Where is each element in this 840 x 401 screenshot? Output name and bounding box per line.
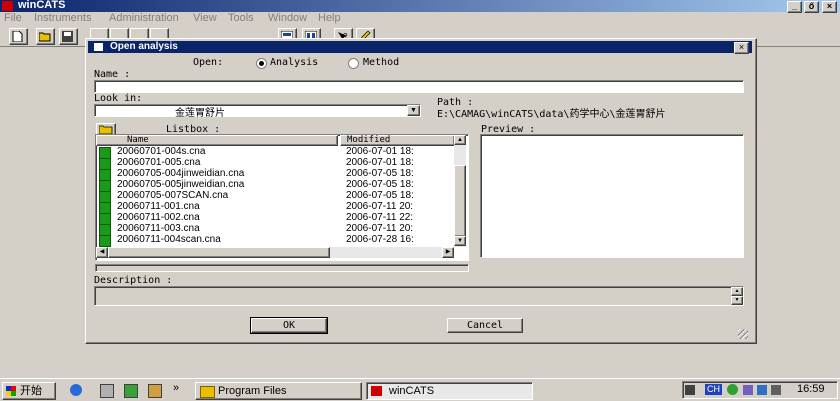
tray-icon[interactable]	[743, 385, 753, 395]
file-modified: 2006-07-05 18:	[346, 168, 414, 179]
file-modified: 2006-07-05 18:	[346, 179, 414, 190]
file-listbox[interactable]: Name Modified 20060701-004s.cna 2006-07-0…	[95, 134, 469, 261]
file-modified: 2006-07-01 18:	[346, 146, 414, 157]
name-label: Name :	[94, 69, 131, 80]
file-name: 20060701-004s.cna	[117, 146, 206, 157]
task-label: Program Files	[218, 385, 287, 397]
menu-file[interactable]: File	[4, 12, 22, 24]
menu-view[interactable]: View	[193, 12, 217, 24]
description-field[interactable]: ▲ ▼	[94, 286, 744, 306]
dialog-title-bar: Open analysis	[88, 41, 752, 53]
quicklaunch-icon[interactable]	[124, 384, 138, 398]
open-folder-icon[interactable]	[36, 28, 55, 45]
menu-tools[interactable]: Tools	[228, 12, 254, 24]
quicklaunch-chevron[interactable]: »	[173, 382, 179, 394]
file-modified: 2006-07-11 20:	[346, 223, 414, 234]
speaker-icon[interactable]	[771, 385, 781, 395]
resize-grip-icon[interactable]	[738, 329, 748, 339]
windows-logo-icon	[6, 386, 16, 396]
file-modified: 2006-07-11 22:	[346, 212, 414, 223]
dialog-title: Open analysis	[110, 41, 178, 52]
preview-pane	[480, 134, 744, 258]
app-title-bar: winCATS _ ő ×	[0, 0, 840, 13]
path-value: E:\CAMAG\winCATS\data\药学中心\金莲胃舒片	[437, 109, 666, 120]
radio-method-label[interactable]: Method	[363, 57, 399, 68]
horizontal-scrollbar[interactable]: ◀ ▶	[96, 247, 454, 258]
radio-method[interactable]	[348, 58, 359, 69]
file-row[interactable]: 20060711-004scan.cna 2006-07-28 16:	[96, 234, 451, 247]
file-name: 20060711-004scan.cna	[117, 234, 221, 245]
menu-help[interactable]: Help	[318, 12, 341, 24]
scroll-thumb[interactable]	[454, 165, 466, 237]
file-modified: 2006-07-05 18:	[346, 190, 414, 201]
app-title: winCATS	[18, 0, 66, 11]
wincats-icon	[371, 386, 382, 396]
file-name: 20060705-004jinweidian.cna	[117, 168, 245, 179]
tray-icon[interactable]	[757, 385, 767, 395]
tray-icon[interactable]	[685, 385, 695, 395]
app-icon	[2, 1, 13, 11]
file-name: 20060705-007SCAN.cna	[117, 190, 229, 201]
tray-icon[interactable]	[727, 384, 738, 395]
column-name-label: Name	[127, 135, 149, 145]
file-modified: 2006-07-28 16:	[346, 234, 414, 245]
file-name: 20060711-003.cna	[117, 223, 200, 234]
file-modified: 2006-07-01 18:	[346, 157, 414, 168]
desc-scroll-up-icon[interactable]: ▲	[731, 287, 743, 296]
quicklaunch-icon[interactable]	[148, 384, 162, 398]
dialog-icon	[94, 43, 103, 51]
taskbar: 开始 » Program Files winCATS CH 16:59	[0, 378, 840, 401]
start-label: 开始	[20, 385, 42, 397]
radio-analysis[interactable]	[256, 58, 267, 69]
clock[interactable]: 16:59	[797, 383, 825, 395]
open-label: Open:	[193, 57, 224, 68]
menu-bar: File Instruments Administration View Too…	[0, 12, 840, 26]
task-label: winCATS	[389, 385, 435, 397]
cancel-button[interactable]: Cancel	[447, 318, 523, 333]
column-modified-label: Modified	[347, 135, 391, 145]
status-strip	[95, 264, 469, 272]
lookin-label: Look in:	[94, 93, 143, 104]
quicklaunch-icon[interactable]	[100, 384, 114, 398]
file-icon	[99, 235, 111, 247]
file-name: 20060711-001.cna	[117, 201, 200, 212]
scroll-down-icon[interactable]: ▼	[454, 236, 466, 246]
hscroll-thumb[interactable]	[108, 247, 330, 258]
browser-icon[interactable]	[70, 384, 82, 396]
desc-scroll-down-icon[interactable]: ▼	[731, 296, 743, 305]
save-icon[interactable]	[59, 28, 78, 45]
new-file-icon[interactable]	[9, 28, 28, 45]
language-indicator[interactable]: CH	[705, 384, 722, 395]
system-tray: CH 16:59	[682, 381, 838, 399]
name-field[interactable]	[94, 80, 744, 93]
radio-analysis-label[interactable]: Analysis	[270, 57, 318, 68]
ok-button[interactable]: OK	[250, 317, 328, 334]
dialog-close-button[interactable]: ×	[734, 42, 749, 54]
start-button[interactable]: 开始	[2, 382, 56, 400]
scroll-left-icon[interactable]: ◀	[96, 247, 108, 258]
menu-window[interactable]: Window	[268, 12, 307, 24]
scroll-right-icon[interactable]: ▶	[442, 247, 454, 258]
menu-administration[interactable]: Administration	[109, 12, 179, 24]
column-header-modified[interactable]: Modified	[340, 135, 455, 146]
file-name: 20060701-005.cna	[117, 157, 201, 168]
task-program-files[interactable]: Program Files	[195, 382, 362, 400]
file-name: 20060705-005jinweidian.cna	[117, 179, 245, 190]
open-analysis-dialog: Open analysis × Open: Analysis Method Na…	[85, 38, 757, 344]
vertical-scrollbar[interactable]: ▲ ▼	[454, 135, 466, 247]
file-name: 20060711-002.cna	[117, 212, 200, 223]
chevron-down-icon[interactable]: ▼	[407, 105, 420, 116]
task-wincats[interactable]: winCATS	[366, 382, 533, 400]
lookin-value: 金莲胃舒片	[175, 108, 225, 119]
lookin-dropdown[interactable]: 金莲胃舒片 ▼	[94, 104, 421, 119]
folder-icon	[200, 386, 215, 398]
menu-instruments[interactable]: Instruments	[34, 12, 91, 24]
scroll-up-icon[interactable]: ▲	[454, 135, 466, 145]
file-modified: 2006-07-11 20:	[346, 201, 414, 212]
column-header-name[interactable]: Name	[96, 135, 338, 146]
description-label: Description :	[94, 275, 173, 286]
